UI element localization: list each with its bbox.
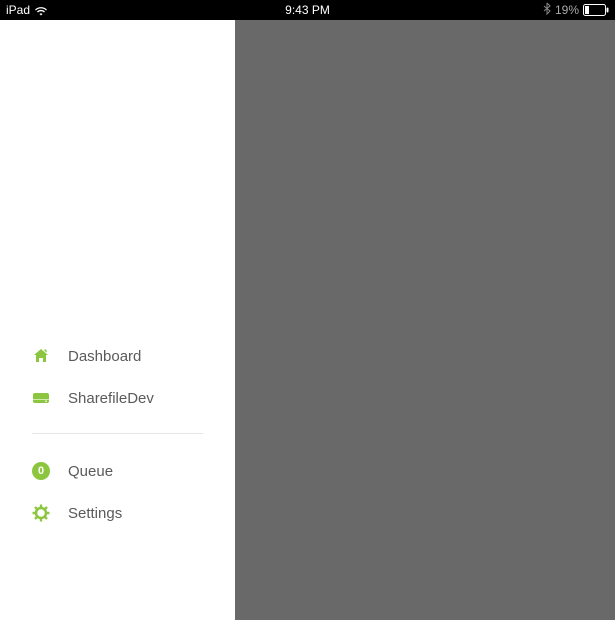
main-content-overlay	[235, 20, 615, 620]
sidebar-item-settings[interactable]: Settings	[0, 492, 235, 534]
gear-icon	[32, 504, 50, 522]
sidebar-item-sharefiledev[interactable]: SharefileDev	[0, 377, 235, 419]
battery-percent: 19%	[555, 3, 579, 17]
disk-icon	[32, 389, 50, 407]
status-left: iPad	[6, 3, 48, 17]
sidebar-item-label: SharefileDev	[68, 390, 154, 407]
sidebar-item-label: Settings	[68, 505, 122, 522]
queue-badge-icon: 0	[32, 462, 50, 480]
sidebar-item-dashboard[interactable]: Dashboard	[0, 335, 235, 377]
home-icon	[32, 347, 50, 365]
battery-icon	[583, 4, 609, 16]
sidebar-item-label: Queue	[68, 463, 113, 480]
queue-count-badge: 0	[32, 462, 50, 480]
device-label: iPad	[6, 3, 30, 17]
bluetooth-icon	[543, 2, 551, 18]
sidebar-divider	[32, 433, 203, 434]
status-time: 9:43 PM	[285, 3, 330, 17]
sidebar: Dashboard SharefileDev 0 Queue	[0, 20, 235, 620]
wifi-icon	[34, 3, 48, 17]
status-right: 19%	[543, 2, 609, 18]
sidebar-item-label: Dashboard	[68, 348, 141, 365]
sidebar-item-queue[interactable]: 0 Queue	[0, 450, 235, 492]
status-bar: iPad 9:43 PM 19%	[0, 0, 615, 20]
